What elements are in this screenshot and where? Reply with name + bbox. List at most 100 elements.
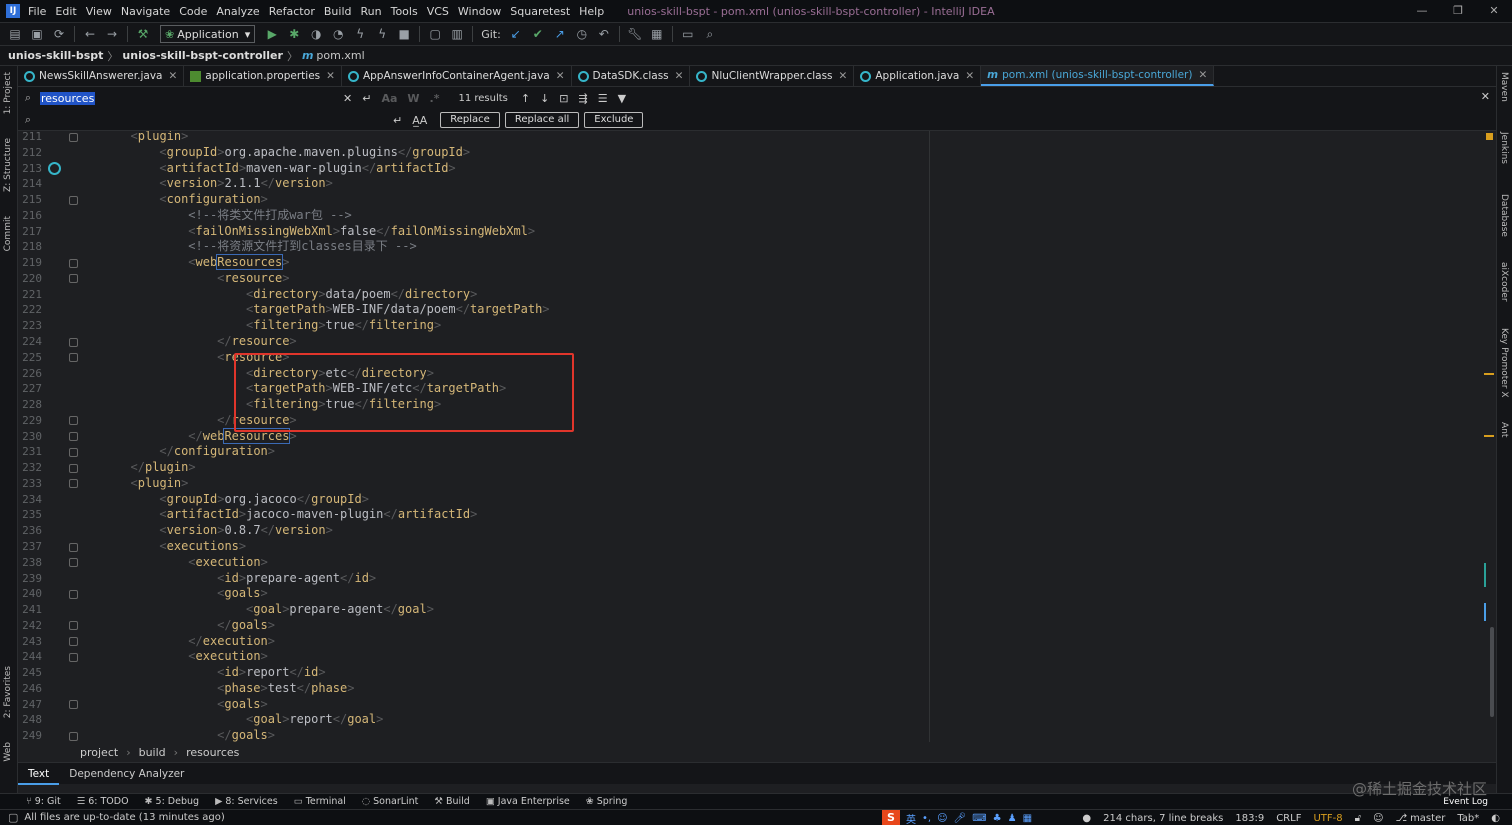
code-line[interactable]: </configuration>: [159, 444, 275, 460]
fold-marker-icon[interactable]: [69, 463, 78, 473]
menu-edit[interactable]: Edit: [55, 5, 76, 18]
replace-all-button[interactable]: Replace all: [504, 112, 580, 128]
run-configuration-select[interactable]: ❀ Application ▾: [160, 25, 256, 43]
line-number[interactable]: 224: [18, 334, 42, 350]
tool-ant[interactable]: Ant: [1499, 422, 1509, 437]
search-icon[interactable]: ⌕: [701, 25, 719, 43]
line-number[interactable]: 222: [18, 302, 42, 318]
line-number[interactable]: 214: [18, 176, 42, 192]
code-line[interactable]: <id>report</id>: [217, 665, 325, 681]
code-line[interactable]: <phase>test</phase>: [217, 681, 354, 697]
code-line[interactable]: <execution>: [188, 649, 268, 665]
code-line[interactable]: <executions>: [159, 539, 246, 555]
coverage-icon[interactable]: ◑: [307, 25, 325, 43]
code-line[interactable]: <configuration>: [159, 192, 267, 208]
code-line[interactable]: <directory>data/poem</directory>: [246, 287, 477, 303]
line-number[interactable]: 223: [18, 318, 42, 334]
line-number[interactable]: 216: [18, 208, 42, 224]
code-line[interactable]: <goal>report</goal>: [246, 712, 383, 728]
line-number[interactable]: 217: [18, 224, 42, 240]
fold-marker-icon[interactable]: [69, 589, 78, 599]
line-number[interactable]: 246: [18, 681, 42, 697]
scrollbar-thumb[interactable]: [1490, 627, 1494, 717]
sync-icon[interactable]: ⟳: [50, 25, 68, 43]
line-number[interactable]: 235: [18, 507, 42, 523]
tool-window-build[interactable]: ⚒ Build: [434, 796, 469, 807]
search-mark[interactable]: [1484, 435, 1494, 437]
code-line[interactable]: <failOnMissingWebXml>false</failOnMissin…: [188, 224, 535, 240]
debug-icon[interactable]: ✱: [285, 25, 303, 43]
fold-marker-icon[interactable]: [69, 195, 78, 205]
close-tab-icon[interactable]: ✕: [675, 70, 684, 82]
line-number[interactable]: 248: [18, 712, 42, 728]
code-line[interactable]: </goals>: [217, 618, 275, 634]
next-occurrence-icon[interactable]: ↓: [540, 92, 549, 105]
attach-debug-icon[interactable]: ϟ: [373, 25, 391, 43]
ime-language[interactable]: 英: [906, 811, 916, 825]
line-number[interactable]: 230: [18, 429, 42, 445]
ime-emoji-icon[interactable]: ☺: [937, 813, 947, 824]
back-icon[interactable]: ←: [81, 25, 99, 43]
line-number[interactable]: 231: [18, 444, 42, 460]
tab-application-java[interactable]: Application.java ✕: [854, 66, 982, 86]
code-line[interactable]: <!--将类文件打成war包 -->: [188, 208, 351, 224]
path-build[interactable]: build: [139, 746, 166, 759]
fold-marker-icon[interactable]: [69, 542, 78, 552]
line-number[interactable]: 238: [18, 555, 42, 571]
line-number[interactable]: 236: [18, 523, 42, 539]
settings-wrench-icon[interactable]: 🔧︎: [626, 25, 644, 43]
menu-navigate[interactable]: Navigate: [121, 5, 170, 18]
tool-maven[interactable]: Maven: [1499, 72, 1509, 102]
line-number[interactable]: 245: [18, 665, 42, 681]
path-project[interactable]: project: [80, 746, 118, 759]
warning-marker[interactable]: [1486, 133, 1493, 140]
line-separator[interactable]: CRLF: [1276, 813, 1301, 824]
menu-build[interactable]: Build: [324, 5, 352, 18]
tool-jenkins[interactable]: Jenkins: [1499, 132, 1509, 164]
tool-window-8-services[interactable]: ▶ 8: Services: [215, 796, 278, 807]
line-number[interactable]: 219: [18, 255, 42, 271]
search-mark[interactable]: [1484, 373, 1494, 375]
close-find-icon[interactable]: ✕: [1481, 90, 1490, 103]
rollback-icon[interactable]: ↶: [595, 25, 613, 43]
replace-button[interactable]: Replace: [440, 112, 500, 128]
line-number[interactable]: 225: [18, 350, 42, 366]
code-line[interactable]: <plugin>: [131, 131, 189, 145]
git-branch[interactable]: master: [1410, 813, 1445, 824]
close-tab-icon[interactable]: ✕: [965, 70, 974, 82]
clear-search-icon[interactable]: ✕: [343, 92, 352, 105]
profile-icon[interactable]: ◔: [329, 25, 347, 43]
menu-vcs[interactable]: VCS: [427, 5, 449, 18]
line-number[interactable]: 229: [18, 413, 42, 429]
search-icon[interactable]: ⌕: [18, 91, 38, 105]
tool-window-9-git[interactable]: ⑂ 9: Git: [26, 796, 61, 807]
ime-punct-icon[interactable]: •,: [922, 813, 931, 824]
menu-squaretest[interactable]: Squaretest: [510, 5, 570, 18]
tab-application-properties[interactable]: application.properties ✕: [184, 66, 342, 86]
ime-shirt-icon[interactable]: ♟: [1008, 813, 1017, 824]
ime-skin-icon[interactable]: ♣: [993, 813, 1002, 824]
history-icon[interactable]: ◷: [573, 25, 591, 43]
previous-occurrence-icon[interactable]: ↑: [521, 92, 530, 105]
filter-icon[interactable]: ▼: [618, 92, 626, 105]
menu-analyze[interactable]: Analyze: [216, 5, 259, 18]
menu-code[interactable]: Code: [179, 5, 207, 18]
line-number[interactable]: 220: [18, 271, 42, 287]
tab-appanswerinfocontaineragent-java[interactable]: AppAnswerInfoContainerAgent.java ✕: [342, 66, 572, 86]
menu-view[interactable]: View: [86, 5, 112, 18]
code-line[interactable]: <goals>: [217, 697, 268, 713]
maximize-icon[interactable]: ❐: [1440, 0, 1476, 22]
replace-input[interactable]: [38, 111, 388, 129]
git-commit-icon[interactable]: ✔: [529, 25, 547, 43]
code-line[interactable]: <!--将资源文件打到classes目录下 -->: [188, 239, 416, 255]
multi-select-icon[interactable]: ⇶: [579, 92, 588, 105]
ime-keyboard-icon[interactable]: ⌨: [972, 813, 986, 824]
code-line[interactable]: </resource>: [217, 334, 296, 350]
line-number[interactable]: 232: [18, 460, 42, 476]
fold-marker-icon[interactable]: [69, 353, 78, 363]
search-input[interactable]: resources: [38, 89, 338, 107]
build-hammer-icon[interactable]: ⚒: [134, 25, 152, 43]
fold-marker-icon[interactable]: [69, 132, 78, 142]
fold-marker-icon[interactable]: [69, 274, 78, 284]
code-line[interactable]: </execution>: [188, 634, 275, 650]
